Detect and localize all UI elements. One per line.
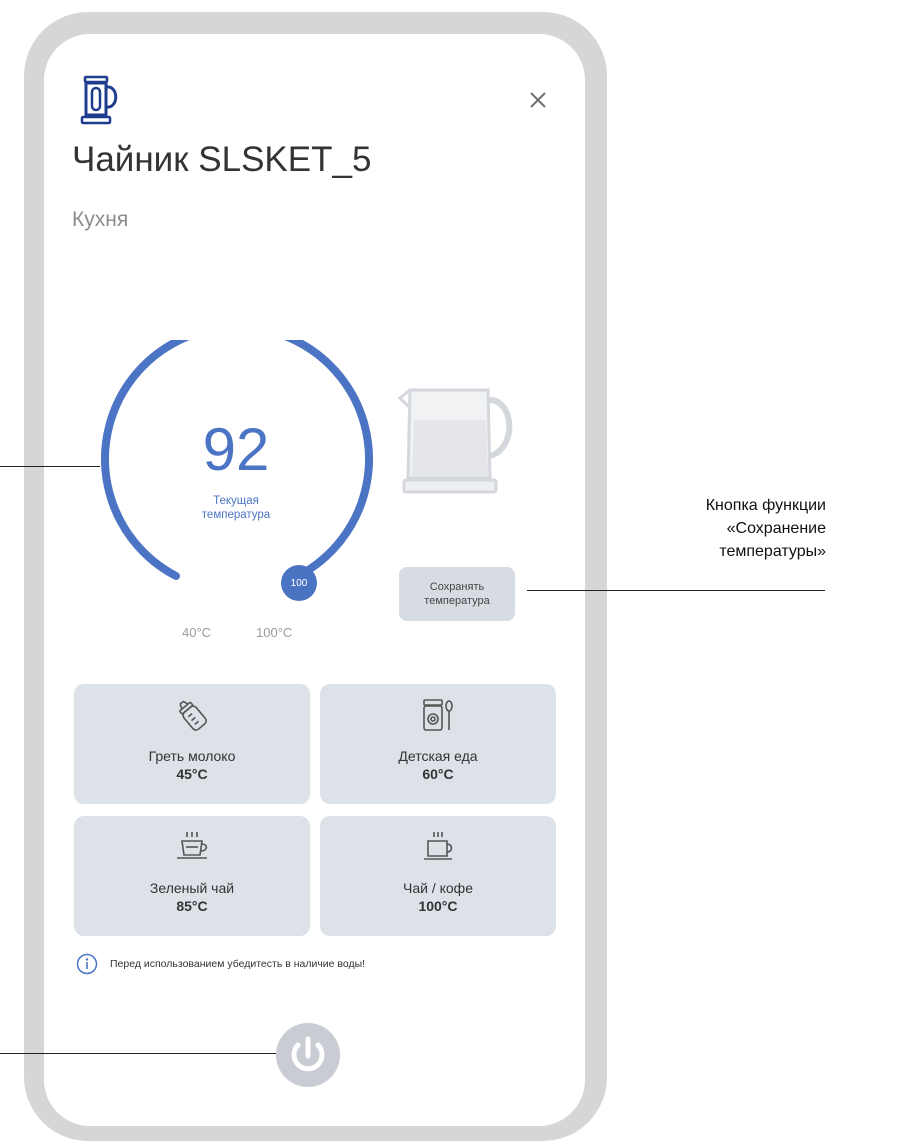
power-button[interactable] (276, 1023, 340, 1087)
close-icon[interactable] (524, 86, 552, 114)
mode-tile-tea-coffee[interactable]: Чай / кофе 100°C (320, 816, 556, 936)
mode-name: Зеленый чай (149, 880, 235, 896)
info-icon (76, 953, 98, 975)
teacup-saucer-icon (177, 832, 208, 859)
room-label: Кухня (72, 208, 129, 231)
mode-temperature: 60°C (422, 766, 454, 782)
mode-name: Чай / кофе (403, 880, 473, 896)
target-temperature-knob[interactable]: 100 (281, 565, 317, 601)
mode-temperature: 100°C (418, 898, 458, 914)
annotation-line-gauge (0, 466, 100, 467)
callout-keep-temperature: Кнопка функции «Сохранение температуры» (705, 497, 826, 560)
water-notice: Перед использованием убедитесть в наличи… (110, 958, 366, 970)
baby-bottle-icon (179, 700, 207, 731)
keep-temperature-label: Сохранять температура (424, 581, 490, 607)
baby-food-jar-icon (423, 699, 453, 731)
current-temperature-value: 92 (202, 416, 270, 483)
kettle-illustration (397, 388, 513, 494)
device-title: Чайник SLSKET_5 (72, 140, 372, 179)
mode-temperature: 45°C (176, 766, 208, 782)
mode-tile-green-tea[interactable]: Зеленый чай 85°C (74, 816, 310, 936)
kettle-icon (80, 75, 118, 125)
gauge-max-label: 100°C (256, 625, 293, 640)
mode-name: Детская еда (398, 748, 478, 764)
mode-tile-baby-food[interactable]: Детская еда 60°C (320, 684, 556, 804)
current-temperature-label: Текущая температура (201, 495, 271, 521)
gauge-min-label: 40°C (182, 625, 212, 640)
mode-temperature: 85°C (176, 898, 208, 914)
mode-name: Греть молоко (148, 748, 236, 764)
mode-tile-milk[interactable]: Греть молоко 45°C (74, 684, 310, 804)
annotation-line-keep-temperature (527, 590, 825, 591)
annotation-line-power (0, 1053, 276, 1054)
keep-temperature-button[interactable]: Сохранять температура (399, 567, 515, 621)
power-icon (291, 1036, 325, 1072)
coffee-cup-icon (424, 832, 453, 860)
